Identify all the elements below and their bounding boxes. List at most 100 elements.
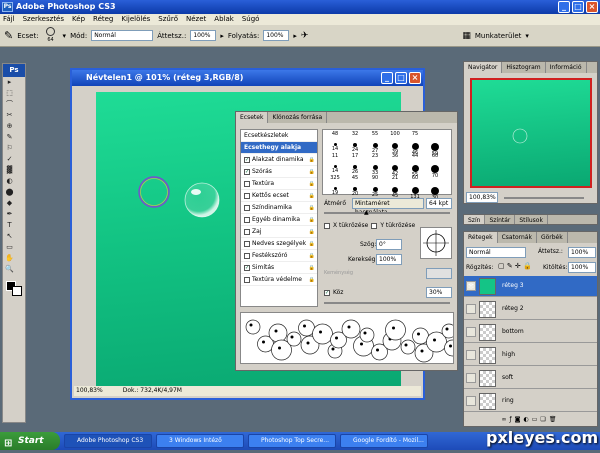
mode-select[interactable]: Normál xyxy=(91,30,154,41)
lock-icon[interactable]: 🔒 xyxy=(309,262,315,274)
doc-close-button[interactable]: × xyxy=(409,72,421,84)
layer-visibility-eye-icon[interactable] xyxy=(466,304,476,314)
spacing-field[interactable]: 30% xyxy=(426,287,452,298)
spacing-slider[interactable] xyxy=(324,302,450,304)
menu-item[interactable]: Szűrő xyxy=(158,14,178,25)
taskbar-item[interactable]: Google Fordító - Mozil... xyxy=(340,434,428,448)
lock-icon[interactable]: 🔒 xyxy=(309,166,315,178)
brushes-palette-icon[interactable]: ▦ xyxy=(462,31,471,41)
trash-icon[interactable]: 🗑 xyxy=(549,416,560,423)
brush-setting-checkbox[interactable]: ✓ xyxy=(244,168,250,175)
slider-thumb-icon[interactable]: ▲ xyxy=(364,209,369,216)
brush-setting-checkbox[interactable]: ✓ xyxy=(244,156,250,163)
maximize-button[interactable]: □ xyxy=(572,1,584,13)
lock-icon[interactable]: 🔒 xyxy=(309,202,315,214)
minimize-button[interactable]: _ xyxy=(558,1,570,13)
brush-setting-item[interactable]: Textúra 🔒 xyxy=(241,178,317,190)
brush-setting-checkbox[interactable] xyxy=(244,204,250,211)
tool-icon[interactable]: ▸ xyxy=(5,78,14,87)
layer-row[interactable]: 👁 réteg 3 xyxy=(464,276,597,297)
layer-visibility-eye-icon[interactable] xyxy=(466,373,476,383)
menu-item[interactable]: Ablak xyxy=(214,14,234,25)
lock-icon[interactable]: 🔒 xyxy=(309,190,315,202)
diameter-field[interactable]: 64 kpt xyxy=(426,198,452,209)
workspace-menu[interactable]: Munkaterület xyxy=(475,32,522,40)
link-icon[interactable]: ∞ xyxy=(502,416,510,423)
layers-tab[interactable]: Görbék xyxy=(537,232,568,243)
layer-visibility-eye-icon[interactable]: 👁 xyxy=(466,281,476,291)
layers-tab[interactable]: Csatornák xyxy=(498,232,537,243)
lock-icon[interactable]: 🔒 xyxy=(309,226,315,238)
tool-icon[interactable]: ✋ xyxy=(5,254,14,263)
tool-icon[interactable]: ↖ xyxy=(5,232,14,241)
tool-icon[interactable]: ✒ xyxy=(5,210,14,219)
navigator-tab[interactable]: Hisztogram xyxy=(502,62,546,73)
angle-field[interactable]: 0° xyxy=(376,239,402,250)
navigator-tab[interactable]: Információ xyxy=(546,62,587,73)
background-color-swatch[interactable] xyxy=(12,286,22,296)
tool-icon[interactable]: ⌒ xyxy=(5,100,14,109)
menu-item[interactable]: Nézet xyxy=(186,14,206,25)
menu-item[interactable]: Réteg xyxy=(93,14,113,25)
fill-field[interactable]: 100% xyxy=(568,262,596,273)
brush-preset-picker[interactable]: 64 xyxy=(43,27,59,44)
chevron-down-icon[interactable]: ▾ xyxy=(63,32,67,40)
brush-setting-checkbox[interactable] xyxy=(244,276,250,283)
swatches-tab[interactable]: Stílusok xyxy=(515,215,548,224)
new-layer-icon[interactable]: ❏ xyxy=(540,416,548,423)
tool-icon[interactable]: ✓ xyxy=(5,155,14,164)
brush-setting-checkbox[interactable] xyxy=(244,240,250,247)
spacing-checkbox[interactable]: ✓ xyxy=(324,289,330,296)
tool-icon[interactable]: T xyxy=(5,221,14,230)
adjustment-icon[interactable]: ◐ xyxy=(524,416,532,423)
layer-opacity-field[interactable]: 100% xyxy=(568,247,596,258)
doc-maximize-button[interactable]: □ xyxy=(395,72,407,84)
flip-y-checkbox[interactable] xyxy=(371,222,378,229)
opacity-field[interactable]: 100% xyxy=(190,30,217,41)
brush-setting-item[interactable]: Színdinamika 🔒 xyxy=(241,202,317,214)
chevron-right-icon[interactable]: ▸ xyxy=(220,32,224,40)
brush-tip[interactable]: 19 xyxy=(325,186,345,201)
taskbar-item[interactable]: Photoshop Top Secre... xyxy=(248,434,336,448)
brush-setting-item[interactable]: ✓ Alakzat dinamika 🔒 xyxy=(241,154,317,166)
tool-icon[interactable]: ◐ xyxy=(5,177,14,186)
start-button[interactable]: ⊞ Start xyxy=(0,432,60,450)
chevron-right-icon[interactable]: ▸ xyxy=(293,32,297,40)
tool-icon[interactable]: ◆ xyxy=(5,199,14,208)
tool-icon[interactable]: ▓ xyxy=(5,166,14,175)
brushes-tab[interactable]: Klónozás forrása xyxy=(268,112,328,123)
blend-mode-select[interactable]: Normál xyxy=(466,247,526,258)
layer-row[interactable]: réteg 2 xyxy=(464,299,597,320)
brush-tool-icon[interactable]: ✎ xyxy=(4,29,13,42)
tool-icon[interactable]: ✎ xyxy=(5,133,14,142)
roundness-field[interactable]: 100% xyxy=(376,254,402,265)
diameter-slider[interactable] xyxy=(324,212,450,214)
layer-row[interactable]: ring xyxy=(464,391,597,412)
airbrush-icon[interactable]: ✈ xyxy=(301,31,309,41)
layer-row[interactable]: soft xyxy=(464,368,597,389)
lock-icon[interactable]: 🔒 xyxy=(309,238,315,250)
angle-roundness-widget[interactable] xyxy=(420,227,452,259)
brush-setting-checkbox[interactable] xyxy=(244,216,250,223)
brush-setting-checkbox[interactable] xyxy=(244,252,250,259)
navigator-thumbnail[interactable] xyxy=(470,78,592,188)
zoom-level[interactable]: 100,83% xyxy=(76,386,103,396)
lock-icon[interactable]: 🔒 xyxy=(309,214,315,226)
tool-icon[interactable]: ✂ xyxy=(5,111,14,120)
lock-icon[interactable]: 🔒 xyxy=(309,250,315,262)
swatches-tab[interactable]: Színtár xyxy=(485,215,516,224)
layer-visibility-eye-icon[interactable] xyxy=(466,350,476,360)
brush-setting-item[interactable]: Festékszóró 🔒 xyxy=(241,250,317,262)
menu-item[interactable]: Kijelölés xyxy=(121,14,150,25)
taskbar-item[interactable]: 3 Windows Intéző xyxy=(156,434,244,448)
brush-setting-item[interactable]: Nedves szegélyek 🔒 xyxy=(241,238,317,250)
brush-setting-item[interactable]: ✓ Simítás 🔒 xyxy=(241,262,317,274)
taskbar-item[interactable]: Adobe Photoshop CS3 xyxy=(64,434,152,448)
chevron-down-icon[interactable]: ▾ xyxy=(525,32,529,40)
brush-setting-checkbox[interactable] xyxy=(244,192,250,199)
navigator-zoom-slider[interactable] xyxy=(504,197,584,199)
flip-x-checkbox[interactable] xyxy=(324,222,330,229)
layer-row[interactable]: bottom xyxy=(464,322,597,343)
menu-item[interactable]: Kép xyxy=(72,14,85,25)
brush-setting-item[interactable]: Egyéb dinamika 🔒 xyxy=(241,214,317,226)
